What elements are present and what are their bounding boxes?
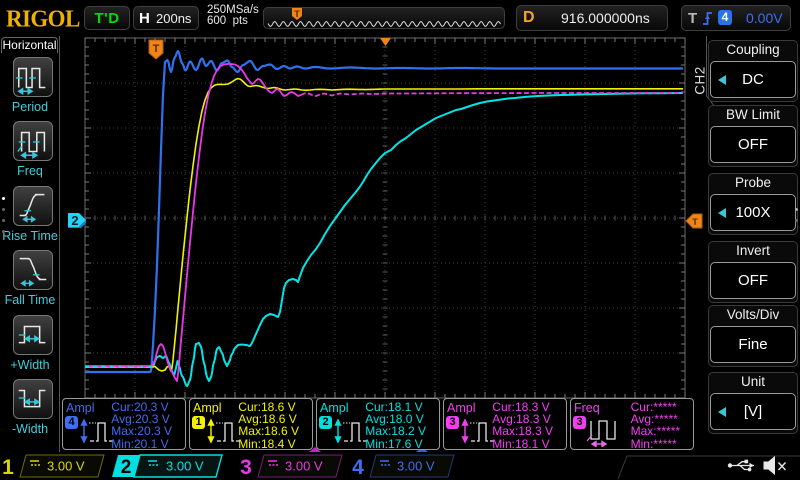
svg-text:3.00 V: 3.00 V — [397, 459, 435, 474]
svg-text:T: T — [692, 217, 698, 227]
svg-text:2: 2 — [71, 213, 78, 228]
svg-text:1: 1 — [2, 456, 14, 479]
svg-text:2: 2 — [121, 457, 132, 478]
svg-text:3: 3 — [240, 456, 252, 479]
svg-text:3.00 V: 3.00 V — [285, 459, 323, 474]
svg-text:4: 4 — [352, 456, 364, 479]
svg-text:3.00 V: 3.00 V — [166, 459, 204, 474]
svg-text:T: T — [153, 43, 160, 55]
svg-text:3.00 V: 3.00 V — [47, 459, 85, 474]
